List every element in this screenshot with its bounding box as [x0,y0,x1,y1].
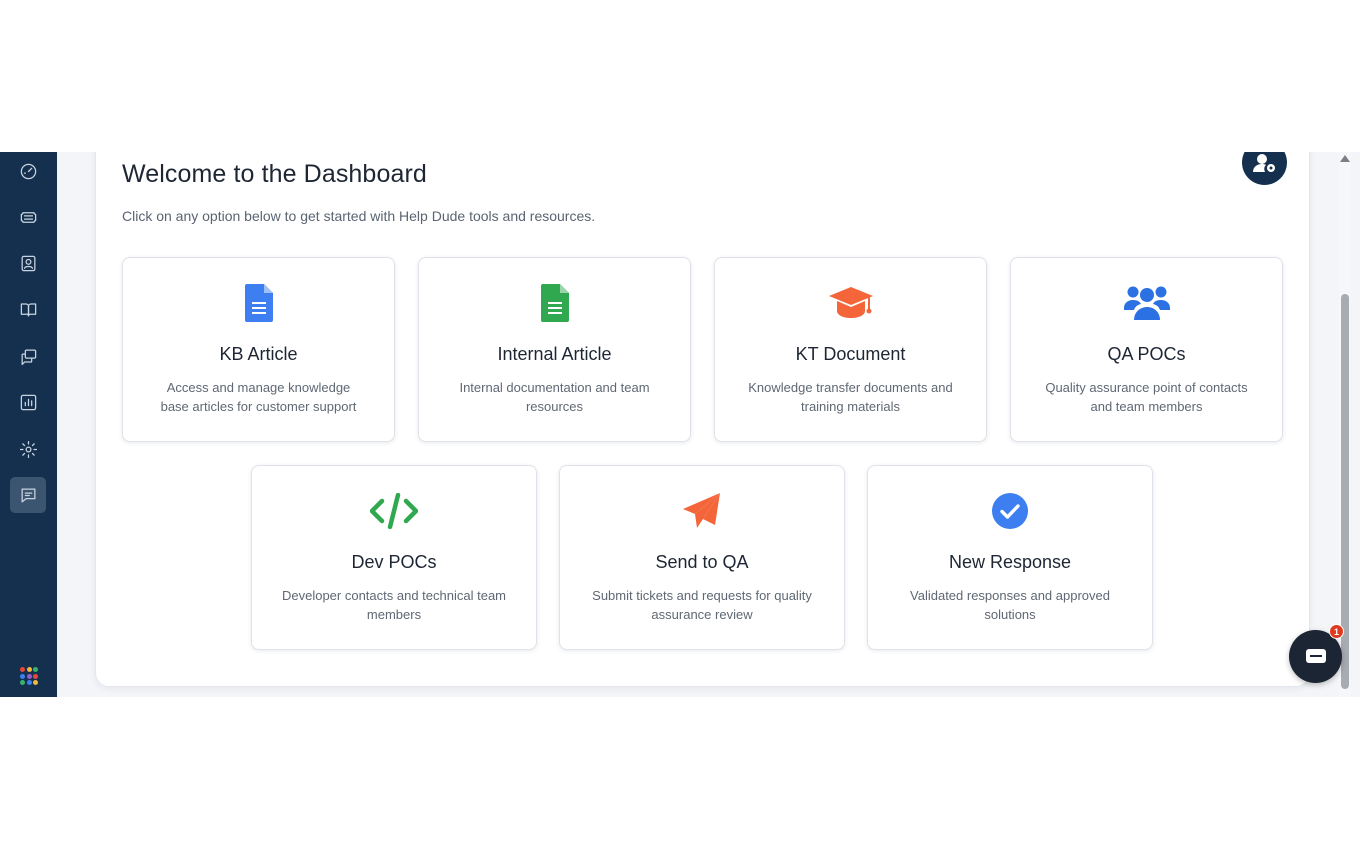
check-circle-icon [868,492,1152,530]
card-qa-pocs[interactable]: QA POCs Quality assurance point of conta… [1010,257,1283,442]
paper-plane-icon [560,492,844,530]
card-title: New Response [948,552,1072,572]
code-icon [252,492,536,530]
sidebar-item-settings[interactable] [10,431,46,467]
card-description: Developer contacts and technical team me… [281,588,506,622]
document-icon [123,284,394,322]
card-description: Internal documentation and team resource… [459,380,650,414]
card-title: Internal Article [497,344,612,364]
sidebar [0,152,57,697]
card-description: Access and manage knowledge base article… [160,380,357,414]
sidebar-item-chat[interactable] [10,477,46,513]
card-kt-document[interactable]: KT Document Knowledge transfer documents… [714,257,987,442]
ticket-icon [20,211,36,223]
card-description: Submit tickets and requests for quality … [592,588,812,622]
card-title: Send to QA [655,552,749,572]
reports-chart-icon [20,394,36,410]
card-title: Dev POCs [351,552,437,572]
chat-feedback-icon [21,488,35,502]
dashboard-gauge-icon [20,163,36,179]
app-viewport: Welcome to the Dashboard Click on any op… [0,152,1360,697]
card-description: Validated responses and approved solutio… [910,588,1110,622]
sidebar-item-contacts[interactable] [10,245,46,281]
document-icon [419,284,690,322]
card-internal-article[interactable]: Internal Article Internal documentation … [418,257,691,442]
settings-gear-icon [19,440,37,458]
card-description: Knowledge transfer documents and trainin… [748,380,953,414]
card-new-response[interactable]: New Response Validated responses and app… [867,465,1153,650]
user-gear-icon [1252,153,1275,172]
card-send-to-qa[interactable]: Send to QA Submit tickets and requests f… [559,465,845,650]
book-icon [20,302,36,316]
sidebar-item-knowledge[interactable] [10,291,46,327]
page-subtitle: Click on any option below to get started… [122,208,596,224]
page-title: Welcome to the Dashboard [122,160,427,188]
card-dev-pocs[interactable]: Dev POCs Developer contacts and technica… [251,465,537,650]
users-group-icon [1011,284,1282,322]
card-title: KT Document [795,344,906,364]
card-title: KB Article [219,344,298,364]
sidebar-item-reports[interactable] [10,384,46,420]
scroll-up-arrow-icon[interactable] [1340,155,1350,162]
sidebar-item-tickets[interactable] [10,199,46,235]
messages-icon [21,349,36,365]
apps-grid-icon[interactable] [20,667,38,685]
sidebar-item-dashboard[interactable] [10,153,46,189]
graduation-cap-icon [715,284,986,322]
card-title: QA POCs [1107,344,1186,364]
chat-notification-badge: 1 [1329,624,1344,639]
card-kb-article[interactable]: KB Article Access and manage knowledge b… [122,257,395,442]
chat-bubble-icon [1305,648,1326,663]
contacts-icon [21,255,35,271]
card-description: Quality assurance point of contacts and … [1045,380,1248,414]
sidebar-item-messages[interactable] [10,338,46,374]
